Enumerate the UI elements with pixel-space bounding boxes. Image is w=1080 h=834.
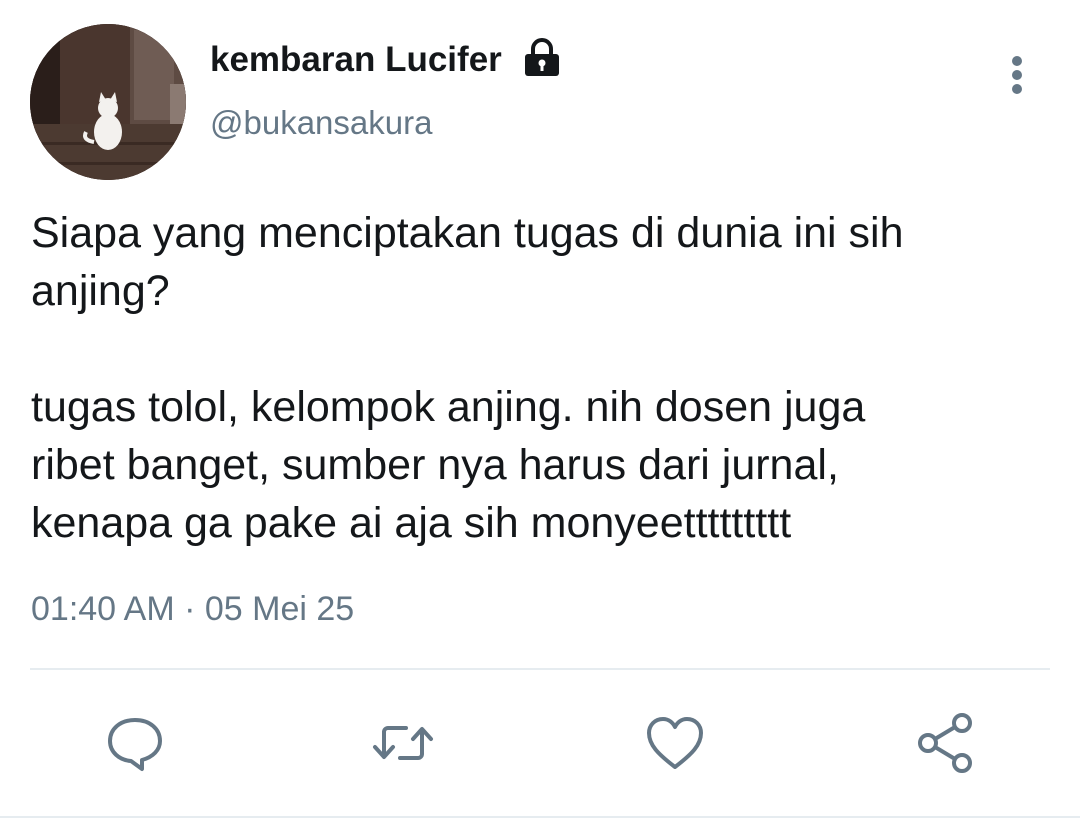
tweet-timestamp[interactable]: 01:40 AM · 05 Mei 25 [31,590,354,629]
share-icon[interactable] [912,710,978,776]
retweet-icon[interactable] [370,710,436,776]
bottom-divider [0,816,1080,818]
tweet-text-line: Siapa yang menciptakan tugas di dunia in… [31,209,904,257]
reply-icon[interactable] [102,710,168,776]
tweet-text-line: kenapa ga pake ai aja sih monyeetttttttt… [31,499,792,547]
tweet-text-line: tugas tolol, kelompok anjing. nih dosen … [31,383,866,431]
lock-icon [521,38,563,80]
avatar[interactable] [30,24,186,180]
like-icon[interactable] [642,710,708,776]
user-handle[interactable]: @bukansakura [210,104,432,142]
tweet-text-line: anjing? [31,267,170,315]
more-options-icon[interactable] [996,52,1038,98]
display-name[interactable]: kembaran Lucifer [210,40,502,80]
divider [30,668,1050,670]
tweet-text: Siapa yang menciptakan tugas di dunia in… [31,204,1051,552]
tweet-text-line: ribet banget, sumber nya harus dari jurn… [31,441,839,489]
